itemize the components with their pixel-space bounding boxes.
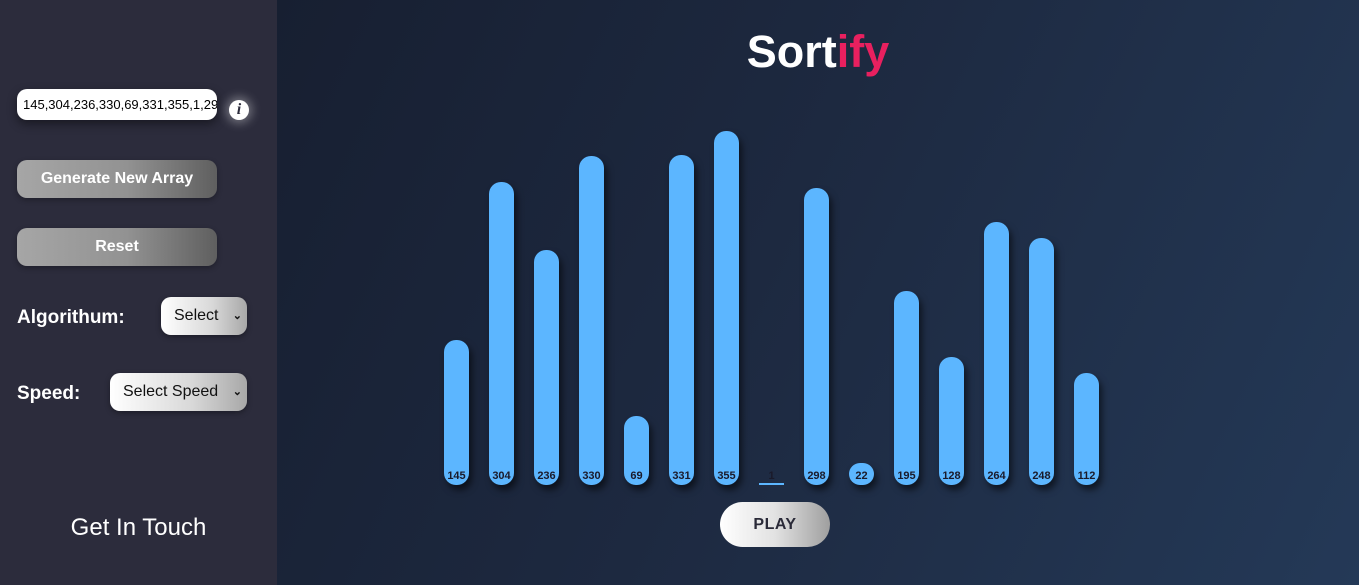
bar-value-label: 112: [1077, 470, 1096, 482]
bar-value-label: 248: [1032, 470, 1051, 482]
bar: [714, 131, 739, 485]
array-input[interactable]: 145,304,236,330,69,331,355,1,298,22,195,…: [17, 89, 217, 120]
bar: [489, 182, 514, 485]
info-icon[interactable]: i: [229, 100, 249, 120]
bar-value-label: 195: [897, 470, 916, 482]
algorithm-select[interactable]: Select ⌄: [161, 297, 247, 335]
algorithm-select-value: Select: [174, 307, 219, 324]
get-in-touch-link[interactable]: Get In Touch: [0, 514, 277, 542]
bar-value-label: 22: [855, 470, 868, 482]
bar: [984, 222, 1009, 485]
bar: [804, 188, 829, 485]
bar-value-label: 145: [447, 470, 466, 482]
bar: [894, 291, 919, 485]
bar-value-label: 304: [492, 470, 511, 482]
chevron-down-icon: ⌄: [232, 386, 242, 398]
bar: [579, 156, 604, 485]
chevron-down-icon: ⌄: [232, 310, 242, 322]
bar-value-label: 236: [537, 470, 556, 482]
bar: [759, 483, 784, 485]
bar-visualizer: 145 304 236 330 69 331 355 1 298 22 195 128 264 248 11…: [277, 0, 1359, 500]
bar-value-label: 264: [987, 470, 1006, 482]
bar-value-label: 298: [807, 470, 826, 482]
bar: [1074, 373, 1099, 485]
bar: [669, 155, 694, 485]
bar-value-label: 128: [942, 470, 961, 482]
bar: [534, 250, 559, 485]
bar-value-label: 1: [768, 470, 775, 482]
algorithm-label: Algorithum:: [17, 307, 125, 328]
bar-value-label: 69: [630, 470, 643, 482]
speed-select-value: Select Speed: [123, 383, 219, 400]
reset-button[interactable]: Reset: [17, 228, 217, 266]
main-area: Sortify 145 304 236 330 69 331 355 1 298 22 195 128…: [277, 0, 1359, 585]
bar: [444, 340, 469, 485]
bar: [1029, 238, 1054, 485]
bar-value-label: 355: [717, 470, 736, 482]
generate-array-button[interactable]: Generate New Array: [17, 160, 217, 198]
speed-label: Speed:: [17, 383, 81, 404]
play-button[interactable]: PLAY: [720, 502, 830, 547]
bar: [939, 357, 964, 485]
bar-value-label: 330: [582, 470, 601, 482]
sidebar: 145,304,236,330,69,331,355,1,298,22,195,…: [0, 0, 277, 585]
bar-value-label: 331: [672, 470, 691, 482]
speed-select[interactable]: Select Speed ⌄: [110, 373, 247, 411]
